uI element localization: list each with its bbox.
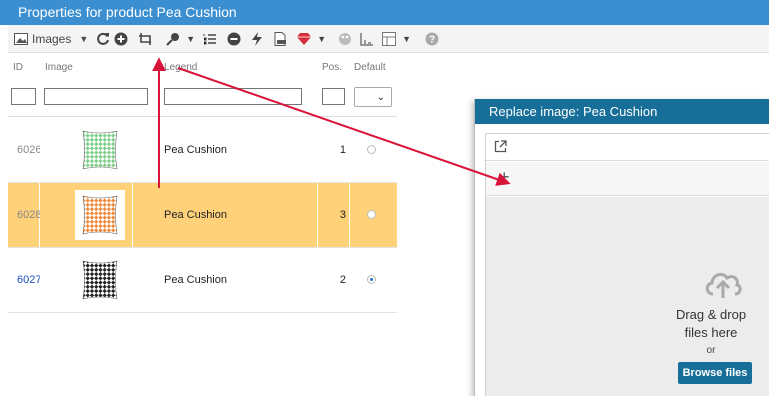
help-icon: ? xyxy=(425,32,439,45)
row-legend: Pea Cushion xyxy=(164,209,227,221)
ordered-list-icon xyxy=(203,33,217,44)
svg-text:?: ? xyxy=(429,34,435,45)
help-button[interactable]: ? xyxy=(425,28,439,50)
column-header-image[interactable]: Image xyxy=(45,62,73,73)
chevron-down-icon: ▼ xyxy=(317,33,327,44)
row-legend: Pea Cushion xyxy=(164,274,227,286)
chevron-down-icon: ⌄ xyxy=(376,92,385,103)
add-button[interactable] xyxy=(114,28,128,50)
row-id: 6026 xyxy=(17,144,40,156)
row-id: 6028 xyxy=(17,209,40,221)
table-icon xyxy=(382,31,397,46)
cushion-image xyxy=(82,195,118,235)
lightning-icon xyxy=(252,31,263,46)
crop-replace-icon xyxy=(139,32,152,45)
replace-image-dialog: Replace image: Pea Cushion + Drag & drop… xyxy=(474,99,769,396)
product-thumbnail[interactable] xyxy=(75,255,125,305)
add-files-bar: + xyxy=(486,162,769,196)
toolbar: Images ▼ ▼ ▼ ▼ ? xyxy=(8,25,769,53)
palette-button[interactable] xyxy=(338,28,352,50)
row-legend: Pea Cushion xyxy=(164,144,227,156)
add-files-button[interactable]: + xyxy=(499,167,510,188)
key-icon xyxy=(166,32,180,46)
browse-files-button[interactable]: Browse files xyxy=(678,362,752,384)
uploader-toolbar xyxy=(486,134,769,161)
add-circle-icon xyxy=(114,32,128,45)
ruby-menu-button[interactable]: ▼ xyxy=(297,28,330,50)
uploader: + Drag & drop files here or Browse files xyxy=(485,133,769,396)
images-menu-label: Images xyxy=(32,31,72,46)
cell-divider xyxy=(132,183,133,247)
external-link-icon[interactable] xyxy=(494,140,507,153)
column-header-pos[interactable]: Pos. xyxy=(322,62,342,73)
row-position: 3 xyxy=(339,209,346,221)
drop-instructions: Drag & drop files here xyxy=(656,306,766,342)
default-radio[interactable] xyxy=(367,210,376,219)
product-thumbnail[interactable] xyxy=(75,190,125,240)
drop-zone[interactable]: Drag & drop files here or Browse files xyxy=(486,197,769,396)
filter-default-select[interactable]: ⌄ xyxy=(354,87,392,107)
key-menu-button[interactable]: ▼ xyxy=(166,28,199,50)
cushion-image xyxy=(82,260,118,300)
window-title: Properties for product Pea Cushion xyxy=(0,0,769,25)
drop-line-2: files here xyxy=(684,325,738,340)
cloud-upload-icon xyxy=(705,272,742,298)
default-radio[interactable] xyxy=(367,145,376,154)
refresh-icon xyxy=(97,32,110,45)
image-icon xyxy=(14,32,28,45)
chevron-down-icon: ▼ xyxy=(79,33,89,44)
filter-id-input[interactable] xyxy=(11,88,36,105)
chevron-down-icon: ▼ xyxy=(402,33,412,44)
table-row[interactable]: 6026 Pea Cushion 1 xyxy=(8,118,397,183)
csv-export-button[interactable] xyxy=(273,28,287,50)
table-row[interactable]: 6028 Pea Cushion 3 xyxy=(8,183,397,248)
chart-button[interactable] xyxy=(360,28,374,50)
cell-divider xyxy=(349,183,350,247)
filter-legend-input[interactable] xyxy=(164,88,302,105)
drop-line-1: Drag & drop xyxy=(675,307,747,322)
column-header-default[interactable]: Default xyxy=(354,62,386,73)
row-id[interactable]: 6027 xyxy=(17,274,40,286)
column-header-legend[interactable]: Legend xyxy=(164,62,197,73)
row-position: 1 xyxy=(339,144,346,156)
cell-divider xyxy=(317,183,318,247)
remove-circle-icon xyxy=(227,32,241,45)
table-header: ID Image Legend Pos. Default ⌄ xyxy=(8,53,397,117)
replace-image-button[interactable] xyxy=(138,28,154,50)
chevron-down-icon: ▼ xyxy=(186,33,196,44)
or-label: or xyxy=(706,345,716,356)
cushion-image xyxy=(82,130,118,170)
filter-pos-input[interactable] xyxy=(322,88,345,105)
images-menu-button[interactable]: Images ▼ xyxy=(14,28,92,50)
lightning-button[interactable] xyxy=(251,28,263,50)
remove-button[interactable] xyxy=(227,28,241,50)
chart-icon xyxy=(360,32,374,46)
palette-icon xyxy=(339,32,352,45)
column-header-id[interactable]: ID xyxy=(13,62,23,73)
table-menu-button[interactable]: ▼ xyxy=(382,28,415,50)
csv-file-icon xyxy=(274,31,287,46)
refresh-button[interactable] xyxy=(96,28,110,50)
filter-image-input[interactable] xyxy=(44,88,148,105)
app-window: Properties for product Pea Cushion Image… xyxy=(0,0,769,396)
ruby-icon xyxy=(297,32,312,45)
list-button[interactable] xyxy=(203,28,217,50)
default-radio[interactable] xyxy=(367,275,376,284)
table-row[interactable]: 6027 Pea Cushion 2 xyxy=(8,248,397,313)
dialog-title: Replace image: Pea Cushion xyxy=(475,99,769,124)
product-thumbnail[interactable] xyxy=(75,125,125,175)
row-position: 2 xyxy=(339,274,346,286)
